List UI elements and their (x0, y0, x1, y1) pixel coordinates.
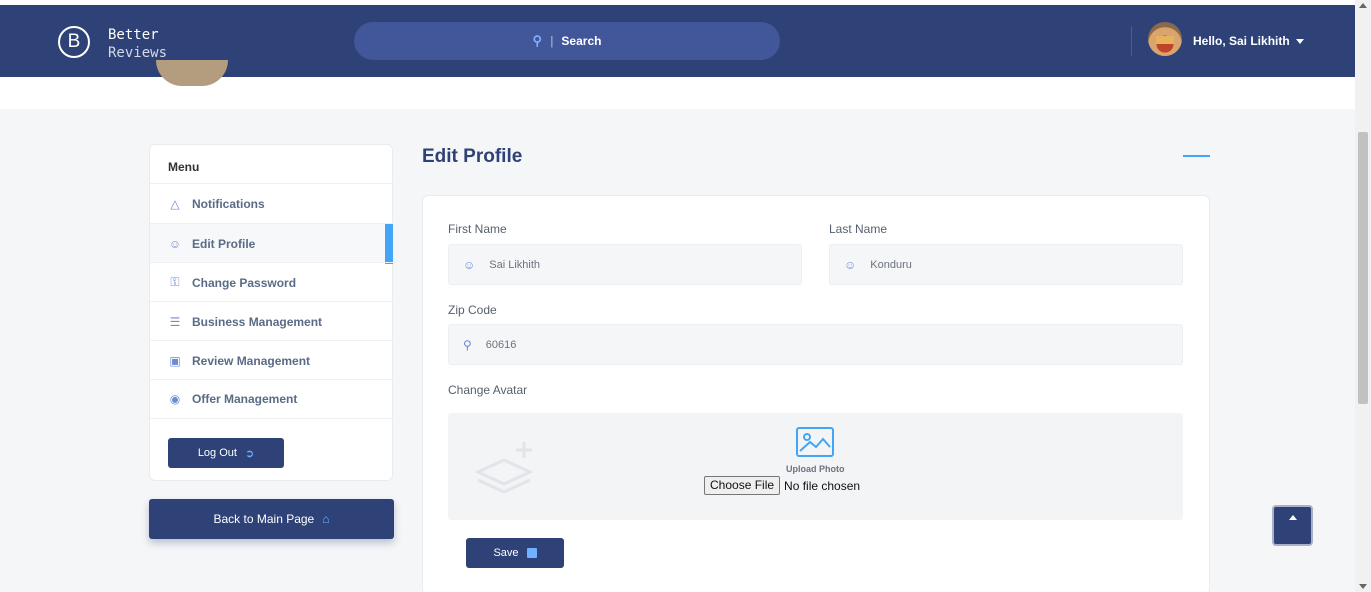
navbar-divider (1131, 26, 1132, 56)
search-separator: | (550, 34, 554, 48)
last-name-label: Last Name (829, 222, 888, 236)
scrollbar-thumb[interactable] (1358, 132, 1368, 404)
sidebar-item-review-management[interactable]: ▣ Review Management (150, 340, 393, 380)
arrow-up-icon (1288, 515, 1297, 520)
layers-add-icon (474, 442, 534, 494)
search-icon: ⚲ (532, 33, 543, 48)
user-icon: ☺ (844, 257, 857, 272)
sidebar-item-business-management[interactable]: ☰ Business Management (150, 301, 393, 341)
zip-code-label: Zip Code (448, 303, 497, 317)
list-icon: ☰ (169, 314, 181, 329)
user-greeting: Hello, Sai Likhith (1193, 34, 1290, 48)
sidebar-item-label: Business Management (192, 314, 323, 329)
key-icon: ⚿ (170, 275, 180, 289)
sidebar-item-offer-management[interactable]: ◉ Offer Management (150, 379, 393, 419)
page-title: Edit Profile (422, 146, 523, 167)
zip-code-field[interactable]: ⚲ 60616 (448, 324, 1183, 365)
home-icon: ⌂ (322, 512, 330, 526)
file-input[interactable]: Choose File No file chosen (704, 476, 860, 495)
scroll-to-top-button[interactable] (1272, 505, 1313, 546)
logout-label: Log Out (197, 447, 237, 459)
last-name-field[interactable]: ☺ Konduru (829, 244, 1183, 285)
sign-out-icon: ➲ (244, 447, 255, 460)
user-edit-icon: ☺ (168, 236, 182, 251)
first-name-value: Sai Likhith (489, 258, 541, 271)
offer-icon: ◉ (169, 392, 181, 406)
sidebar-item-label: Notifications (192, 196, 265, 211)
logout-button[interactable]: Log Out ➲ (168, 438, 284, 468)
search-label: Search (561, 34, 602, 48)
logo-icon[interactable]: B (58, 26, 90, 58)
floppy-disk-icon (526, 548, 537, 558)
app-name-line1: Better (108, 27, 159, 43)
sidebar-menu: Menu △ Notifications ☺ Edit Profile ⚿ Ch… (149, 144, 393, 481)
user-avatar[interactable] (1148, 22, 1182, 56)
search-bar[interactable]: ⚲ | Search (354, 22, 780, 60)
user-menu-toggle[interactable]: Hello, Sai Likhith (1193, 34, 1304, 48)
save-button[interactable]: Save (466, 538, 564, 568)
app-name[interactable]: Better Reviews (108, 26, 167, 62)
chat-icon: ▣ (169, 353, 181, 368)
collapse-toggle[interactable] (1183, 155, 1210, 157)
sidebar-item-label: Offer Management (192, 392, 298, 406)
sidebar-item-change-password[interactable]: ⚿ Change Password (150, 262, 393, 302)
first-name-field[interactable]: ☺ Sai Likhith (448, 244, 802, 285)
upload-photo-label: Upload Photo (786, 464, 845, 474)
sidebar-item-label: Review Management (192, 353, 311, 368)
back-to-main-button[interactable]: Back to Main Page ⌂ (149, 499, 394, 539)
first-name-label: First Name (448, 222, 507, 236)
image-icon (796, 427, 834, 457)
sidebar-item-label: Change Password (192, 275, 297, 290)
location-pin-icon: ⚲ (463, 337, 472, 352)
zip-code-value: 60616 (485, 338, 517, 351)
page-scrollbar[interactable] (1355, 0, 1371, 592)
sidebar-item-notifications[interactable]: △ Notifications (150, 183, 393, 223)
no-file-text: No file chosen (784, 478, 861, 493)
menu-title: Menu (168, 160, 200, 174)
caret-down-icon (1295, 39, 1304, 45)
sidebar-item-edit-profile[interactable]: ☺ Edit Profile (150, 223, 393, 264)
choose-file-button[interactable]: Choose File (704, 476, 781, 495)
last-name-value: Konduru (870, 258, 912, 271)
user-icon: ☺ (463, 257, 476, 272)
scroll-up-arrow-icon[interactable] (1359, 3, 1367, 8)
bell-icon: △ (170, 196, 180, 211)
sidebar-item-label: Edit Profile (192, 236, 256, 251)
change-avatar-label: Change Avatar (448, 383, 528, 397)
save-label: Save (493, 547, 519, 559)
back-label: Back to Main Page (213, 512, 315, 526)
scroll-down-arrow-icon[interactable] (1359, 584, 1367, 589)
